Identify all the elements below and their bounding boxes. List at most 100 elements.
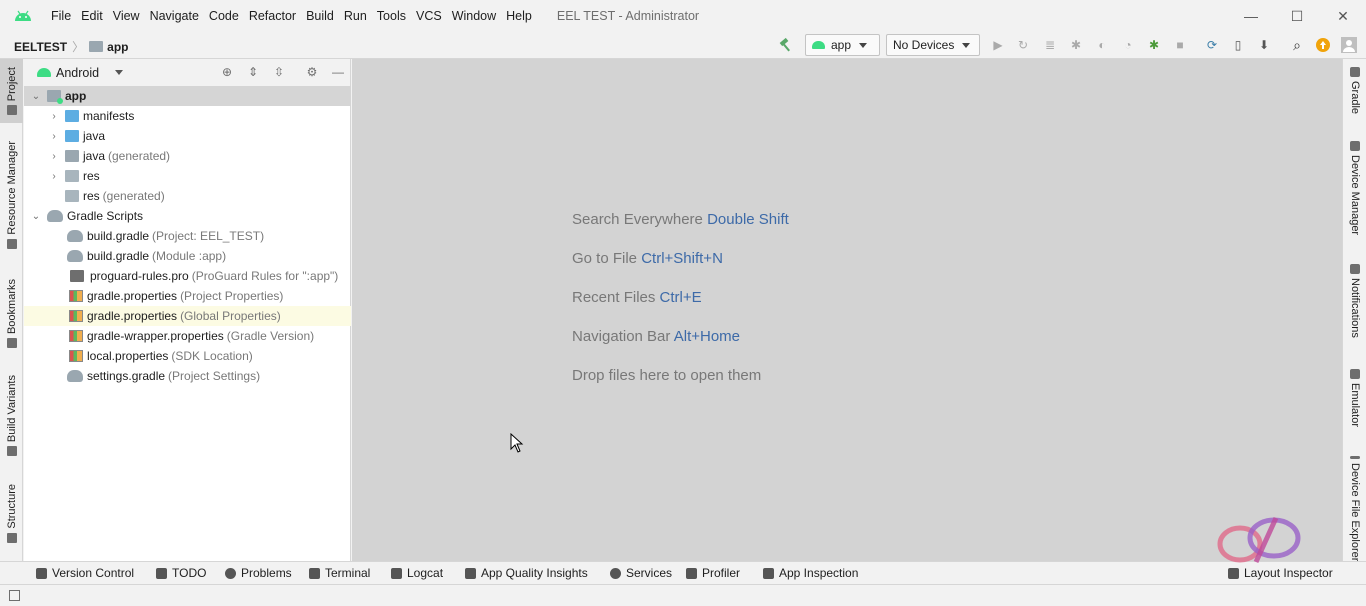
properties-file-icon — [69, 310, 83, 322]
res-folder-icon — [65, 190, 79, 202]
tab-app-inspection[interactable]: App Inspection — [763, 566, 858, 580]
menu-help[interactable]: Help — [501, 9, 537, 23]
device-manager-icon[interactable]: ▯ — [1230, 37, 1246, 53]
tab-project[interactable]: Project — [0, 59, 23, 123]
collapsed-arrow-icon[interactable]: › — [49, 131, 59, 142]
menu-navigate[interactable]: Navigate — [145, 9, 204, 23]
collapsed-arrow-icon[interactable]: › — [49, 151, 59, 162]
tree-item-build-gradle-project[interactable]: build.gradle (Project: EEL_TEST) — [24, 226, 351, 246]
tree-item-manifests[interactable]: › manifests — [24, 106, 351, 126]
tree-item-hint: (SDK Location) — [171, 349, 253, 363]
sync-gradle-icon[interactable]: ⟳ — [1204, 37, 1220, 53]
tip-navigation-bar: Navigation Bar Alt+Home — [572, 328, 740, 345]
account-icon[interactable] — [1341, 37, 1357, 53]
tab-services[interactable]: Services — [610, 566, 672, 580]
search-icon[interactable]: ⌕ — [1289, 37, 1305, 53]
tab-resource-manager[interactable]: Resource Manager — [0, 141, 23, 261]
menu-build[interactable]: Build — [301, 9, 339, 23]
locate-icon[interactable]: ⊕ — [220, 65, 234, 79]
tab-notifications[interactable]: Notifications — [1343, 264, 1366, 349]
tree-item-res-generated[interactable]: res (generated) — [24, 186, 351, 206]
stop-icon[interactable]: ■ — [1172, 37, 1188, 53]
tree-item-java[interactable]: › java — [24, 126, 351, 146]
gear-icon[interactable]: ⚙ — [305, 65, 319, 79]
menu-window[interactable]: Window — [447, 9, 501, 23]
tab-notifications-label: Notifications — [1349, 278, 1361, 338]
collapsed-arrow-icon[interactable]: › — [49, 111, 59, 122]
tree-item-settings-gradle[interactable]: settings.gradle (Project Settings) — [24, 366, 351, 386]
profile-icon[interactable]: ◐ — [1094, 37, 1110, 53]
tree-item-app[interactable]: ⌄ app — [24, 86, 351, 106]
run-config-label: app — [831, 38, 852, 52]
tree-item-label: gradle.properties — [87, 289, 178, 303]
tip-drop-files: Drop files here to open them — [572, 367, 761, 384]
expand-all-icon[interactable]: ⇕ — [246, 65, 260, 79]
update-icon[interactable] — [1315, 37, 1331, 53]
minimize-button[interactable]: — — [1228, 0, 1274, 32]
menu-file[interactable]: File — [46, 9, 76, 23]
hide-panel-icon[interactable]: — — [331, 65, 345, 79]
menu-edit[interactable]: Edit — [76, 9, 108, 23]
attach-debugger-green-icon[interactable]: ✱ — [1146, 37, 1162, 53]
tab-layout-inspector[interactable]: Layout Inspector — [1228, 566, 1333, 580]
tree-item-gradle-properties-global[interactable]: gradle.properties (Global Properties) — [24, 306, 351, 326]
tab-problems[interactable]: Problems — [225, 566, 292, 580]
attach-debugger-icon[interactable]: ◔ — [1120, 37, 1136, 53]
tree-item-local-properties[interactable]: local.properties (SDK Location) — [24, 346, 351, 366]
run-icon[interactable]: ▶ — [990, 37, 1006, 53]
tree-item-res[interactable]: › res — [24, 166, 351, 186]
tab-logcat[interactable]: Logcat — [391, 566, 443, 580]
tree-item-gradle-scripts[interactable]: ⌄ Gradle Scripts — [24, 206, 351, 226]
menu-code[interactable]: Code — [204, 9, 244, 23]
tree-item-label: manifests — [83, 109, 135, 123]
menu-refactor[interactable]: Refactor — [244, 9, 301, 23]
chevron-down-icon[interactable] — [115, 70, 124, 75]
tree-item-gradle-properties-project[interactable]: gradle.properties (Project Properties) — [24, 286, 351, 306]
collapsed-arrow-icon[interactable]: › — [49, 171, 59, 182]
breadcrumb-project[interactable]: EELTEST — [14, 40, 67, 54]
tab-emulator[interactable]: Emulator — [1343, 369, 1366, 434]
expanded-arrow-icon[interactable]: ⌄ — [31, 91, 41, 102]
tab-todo[interactable]: TODO — [156, 566, 206, 580]
tree-item-java-generated[interactable]: › java (generated) — [24, 146, 351, 166]
tree-item-proguard-rules[interactable]: proguard-rules.pro (ProGuard Rules for "… — [24, 266, 351, 286]
menu-vcs[interactable]: VCS — [411, 9, 447, 23]
tip-text: Search Everywhere — [572, 211, 703, 228]
tab-device-file-explorer[interactable]: Device File Explorer — [1343, 456, 1366, 561]
tree-item-gradle-wrapper-properties[interactable]: gradle-wrapper.properties (Gradle Versio… — [24, 326, 351, 346]
maximize-button[interactable]: ☐ — [1274, 0, 1320, 32]
tab-terminal[interactable]: Terminal — [309, 566, 370, 580]
tab-profiler[interactable]: Profiler — [686, 566, 740, 580]
apply-code-changes-icon[interactable]: ≣ — [1042, 37, 1058, 53]
menu-tools[interactable]: Tools — [372, 9, 411, 23]
res-folder-icon — [65, 170, 79, 182]
tab-app-quality-insights[interactable]: App Quality Insights — [465, 566, 588, 580]
device-dropdown[interactable]: No Devices — [886, 34, 980, 56]
module-folder-icon — [89, 41, 104, 52]
tab-build-variants[interactable]: Build Variants — [0, 375, 23, 465]
sdk-manager-icon[interactable]: ⬇ — [1256, 37, 1272, 53]
collapse-all-icon[interactable]: ⇳ — [272, 65, 286, 79]
debug-icon[interactable]: ✱ — [1068, 37, 1084, 53]
tip-text: Drop files here to open them — [572, 367, 762, 384]
tree-item-label: res — [83, 169, 100, 183]
project-view-selector[interactable]: Android — [56, 66, 99, 80]
device-file-icon — [1350, 456, 1360, 459]
tab-device-manager[interactable]: Device Manager — [1343, 141, 1366, 241]
tab-gradle[interactable]: Gradle — [1343, 67, 1366, 127]
tab-structure[interactable]: Structure — [0, 484, 23, 552]
expanded-arrow-icon[interactable]: ⌄ — [31, 211, 41, 222]
toggle-tool-windows-icon[interactable] — [9, 590, 20, 601]
tab-version-control[interactable]: Version Control — [36, 566, 134, 580]
tree-item-label: java — [83, 129, 106, 143]
tab-bookmarks[interactable]: Bookmarks — [0, 279, 23, 359]
menu-view[interactable]: View — [108, 9, 145, 23]
close-button[interactable]: ✕ — [1320, 0, 1366, 32]
run-config-dropdown[interactable]: app — [805, 34, 880, 56]
breadcrumb-module[interactable]: app — [107, 40, 128, 54]
apply-changes-icon[interactable]: ↻ — [1015, 37, 1031, 53]
editor-empty-area[interactable]: Search Everywhere Double Shift Go to Fil… — [352, 59, 1342, 561]
hammer-build-icon[interactable] — [778, 37, 794, 53]
menu-run[interactable]: Run — [339, 9, 372, 23]
tree-item-build-gradle-module[interactable]: build.gradle (Module :app) — [24, 246, 351, 266]
